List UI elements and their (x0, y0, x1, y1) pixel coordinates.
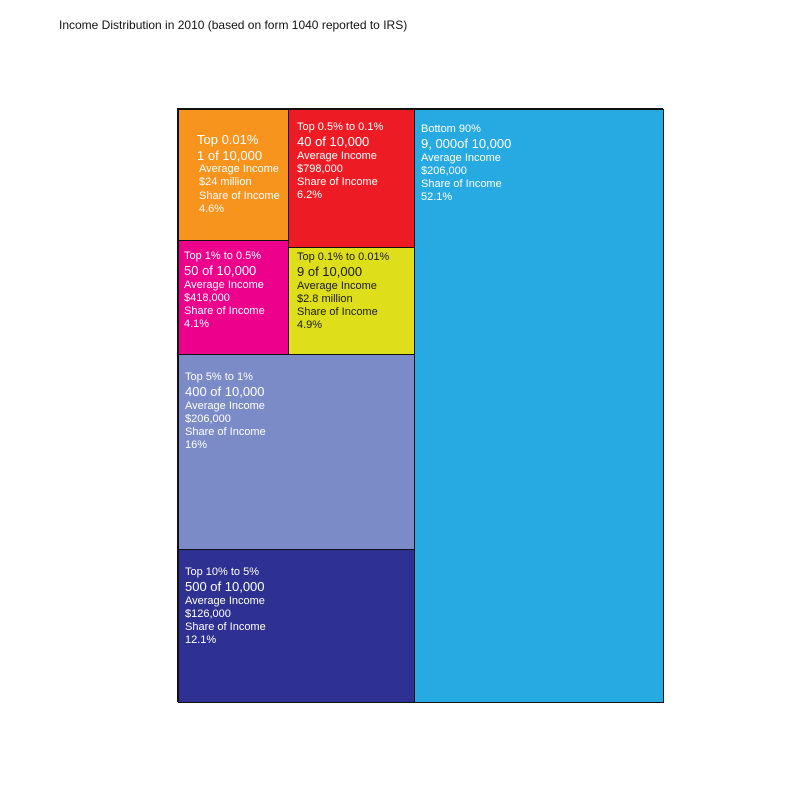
cell-average-value: $206,000 (421, 164, 467, 177)
cell-average-value: $2.8 million (297, 292, 353, 305)
cell-count: 40 of 10,000 (297, 134, 370, 150)
cell-share-value: 12.1% (185, 634, 217, 647)
cell-count: 500 of 10,000 (185, 579, 265, 595)
cell-count: 50 of 10,000 (184, 263, 257, 279)
treemap-cell-top-1-to-0-5: Top 1% to 0.5% 50 of 10,000 Average Income… (178, 240, 289, 355)
cell-count: 9 of 10,000 (297, 264, 363, 280)
cell-average-value: $206,000 (185, 412, 231, 425)
treemap-cell-bottom-90: Bottom 90% 9, 000of 10,000 Average Income $… (414, 109, 664, 703)
cell-share-label: Share of Income (199, 189, 280, 202)
cell-count: 400 of 10,000 (185, 384, 265, 400)
cell-group-label: Top 1% to 0.5% (184, 250, 262, 262)
cell-count: 9, 000of 10,000 (421, 136, 512, 152)
cell-share-value: 4.1% (184, 318, 210, 331)
cell-group-label: Top 5% to 1% (185, 371, 253, 383)
cell-average-label: Average Income (297, 279, 377, 292)
treemap-cell-top-0-5-to-0-1: Top 0.5% to 0.1% 40 of 10,000 Average Inco… (288, 109, 415, 248)
cell-share-value: 52.1% (421, 191, 453, 204)
cell-average-value: $126,000 (185, 607, 231, 620)
treemap-cell-top-5-to-1: Top 5% to 1% 400 of 10,000 Average Income $… (178, 354, 415, 550)
cell-group-label: Top 0.01% (197, 132, 259, 147)
cell-share-label: Share of Income (297, 306, 378, 319)
cell-share-value: 4.9% (297, 319, 323, 332)
cell-average-value: $798,000 (297, 162, 343, 175)
chart-title: Income Distribution in 2010 (based on fo… (59, 18, 408, 32)
cell-average-label: Average Income (184, 278, 264, 291)
treemap-cell-top-10-to-5: Top 10% to 5% 500 of 10,000 Average Income… (178, 549, 415, 703)
cell-share-label: Share of Income (185, 621, 266, 634)
cell-share-value: 4.6% (199, 202, 225, 215)
cell-group-label: Bottom 90% (421, 123, 481, 135)
cell-share-label: Share of Income (185, 426, 266, 439)
cell-share-label: Share of Income (297, 176, 378, 189)
treemap-cell-top-0-1-to-0-01: Top 0.1% to 0.01% 9 of 10,000 Average Inco… (288, 247, 415, 355)
cell-average-label: Average Income (199, 163, 279, 176)
cell-share-value: 6.2% (297, 189, 323, 202)
cell-average-label: Average Income (185, 399, 265, 412)
cell-share-label: Share of Income (421, 178, 502, 191)
cell-average-label: Average Income (297, 149, 377, 162)
treemap-cell-top-0-01: Top 0.01% 1 of 10,000 Average Income $24 mi… (178, 109, 289, 242)
treemap: Top 0.01% 1 of 10,000 Average Income $24 mi… (177, 108, 664, 703)
cell-group-label: Top 0.1% to 0.01% (297, 251, 390, 263)
cell-group-label: Top 0.5% to 0.1% (297, 121, 384, 133)
cell-average-value: $24 million (199, 176, 252, 189)
cell-share-value: 16% (185, 439, 208, 452)
cell-count: 1 of 10,000 (197, 147, 263, 163)
cell-share-label: Share of Income (184, 305, 265, 318)
cell-average-value: $418,000 (184, 291, 230, 304)
cell-average-label: Average Income (421, 151, 501, 164)
cell-group-label: Top 10% to 5% (185, 566, 259, 578)
cell-average-label: Average Income (185, 594, 265, 607)
